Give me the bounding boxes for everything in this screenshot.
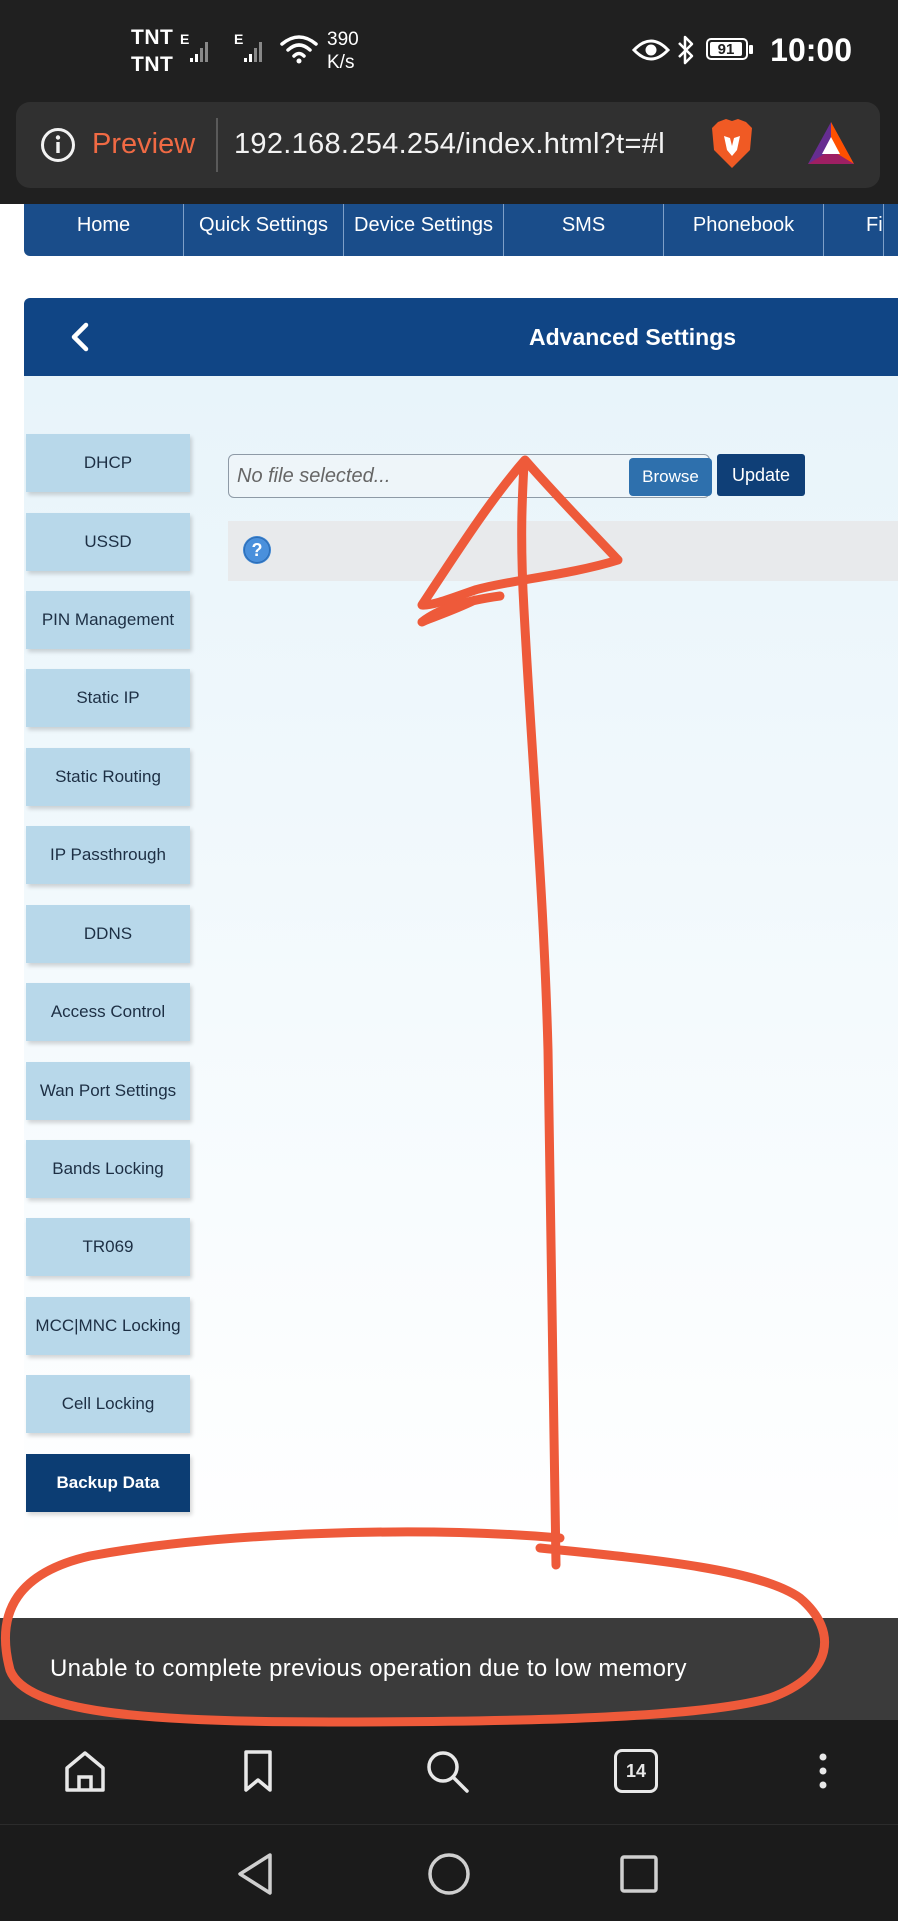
file-upload-field[interactable]: Browse (228, 454, 712, 498)
sidebar-item-ussd[interactable]: USSD (26, 513, 190, 571)
sidebar-item-static-routing[interactable]: Static Routing (26, 748, 190, 806)
bookmark-icon[interactable] (233, 1746, 283, 1796)
nav-phonebook[interactable]: Phonebook (664, 204, 824, 256)
file-path-input[interactable] (237, 459, 617, 493)
browser-bottom-bar: 14 (0, 1720, 898, 1824)
search-icon[interactable] (422, 1746, 472, 1796)
sidebar-item-access-control[interactable]: Access Control (26, 983, 190, 1041)
nav-home[interactable]: Home (24, 204, 184, 256)
sidebar-item-cell-locking[interactable]: Cell Locking (26, 1375, 190, 1433)
settings-content: DHCP USSD PIN Management Static IP Stati… (24, 376, 898, 1617)
toast-notification: Unable to complete previous operation du… (0, 1618, 898, 1720)
network-speed-value: 390 (327, 29, 359, 50)
tabs-button[interactable]: 14 (614, 1749, 658, 1793)
eye-comfort-icon (632, 39, 670, 61)
address-bar[interactable]: Preview 192.168.254.254/index.html?t=#l (16, 102, 880, 188)
browse-button[interactable]: Browse (629, 458, 712, 496)
brave-rewards-icon[interactable] (806, 120, 856, 168)
system-home-icon[interactable] (426, 1851, 472, 1897)
sidebar-item-bands-locking[interactable]: Bands Locking (26, 1140, 190, 1198)
sidebar-item-wan-port-settings[interactable]: Wan Port Settings (26, 1062, 190, 1120)
help-bar: ? (228, 521, 898, 581)
more-menu-icon[interactable] (798, 1746, 848, 1796)
sidebar-item-tr069[interactable]: TR069 (26, 1218, 190, 1276)
bluetooth-icon (678, 35, 694, 65)
nav-firewall[interactable]: Fire (824, 204, 884, 256)
system-recents-icon[interactable] (618, 1853, 660, 1895)
svg-text:?: ? (252, 540, 263, 560)
system-back-icon[interactable] (234, 1851, 278, 1897)
carrier-label-2: TNT (131, 53, 174, 76)
brave-shields-icon[interactable] (710, 118, 754, 170)
carrier-label-1: TNT (131, 26, 174, 49)
address-divider (216, 118, 218, 172)
cell-signal-icon-2: E (234, 31, 262, 62)
network-type-2: E (234, 31, 243, 47)
info-icon[interactable] (40, 127, 76, 163)
preview-label[interactable]: Preview (92, 124, 195, 164)
sidebar-item-mcc-mnc-locking[interactable]: MCC|MNC Locking (26, 1297, 190, 1355)
battery-level: 91 (710, 42, 742, 57)
nav-sms[interactable]: SMS (504, 204, 664, 256)
status-bar: TNT TNT E E 390 K/s 91 10:00 (0, 0, 898, 100)
nav-device-settings[interactable]: Device Settings (344, 204, 504, 256)
top-navigation: Home Quick Settings Device Settings SMS … (24, 204, 898, 256)
battery-icon: 91 (706, 38, 753, 60)
browser-toolbar: Preview 192.168.254.254/index.html?t=#l (0, 100, 898, 204)
sidebar-item-static-ip[interactable]: Static IP (26, 669, 190, 727)
network-type-1: E (180, 31, 189, 47)
sidebar-item-ip-passthrough[interactable]: IP Passthrough (26, 826, 190, 884)
help-icon[interactable]: ? (242, 535, 272, 565)
toast-message: Unable to complete previous operation du… (50, 1655, 687, 1682)
home-icon[interactable] (60, 1746, 110, 1796)
sidebar-item-backup-data[interactable]: Backup Data (26, 1454, 190, 1512)
web-page: Home Quick Settings Device Settings SMS … (0, 204, 898, 1617)
update-button[interactable]: Update (717, 454, 805, 496)
page-title: Advanced Settings (529, 324, 737, 350)
sidebar-item-ddns[interactable]: DDNS (26, 905, 190, 963)
back-arrow-icon[interactable] (64, 320, 98, 354)
nav-quick-settings[interactable]: Quick Settings (184, 204, 344, 256)
sidebar-item-pin-management[interactable]: PIN Management (26, 591, 190, 649)
sidebar-item-dhcp[interactable]: DHCP (26, 434, 190, 492)
system-navigation-bar (0, 1824, 898, 1921)
cell-signal-icon-1: E (180, 31, 208, 62)
page-header: Advanced Settings (24, 298, 898, 376)
url-text[interactable]: 192.168.254.254/index.html?t=#l (234, 124, 665, 164)
clock: 10:00 (770, 32, 852, 68)
network-speed-unit: K/s (327, 52, 355, 73)
wifi-icon (280, 35, 318, 64)
